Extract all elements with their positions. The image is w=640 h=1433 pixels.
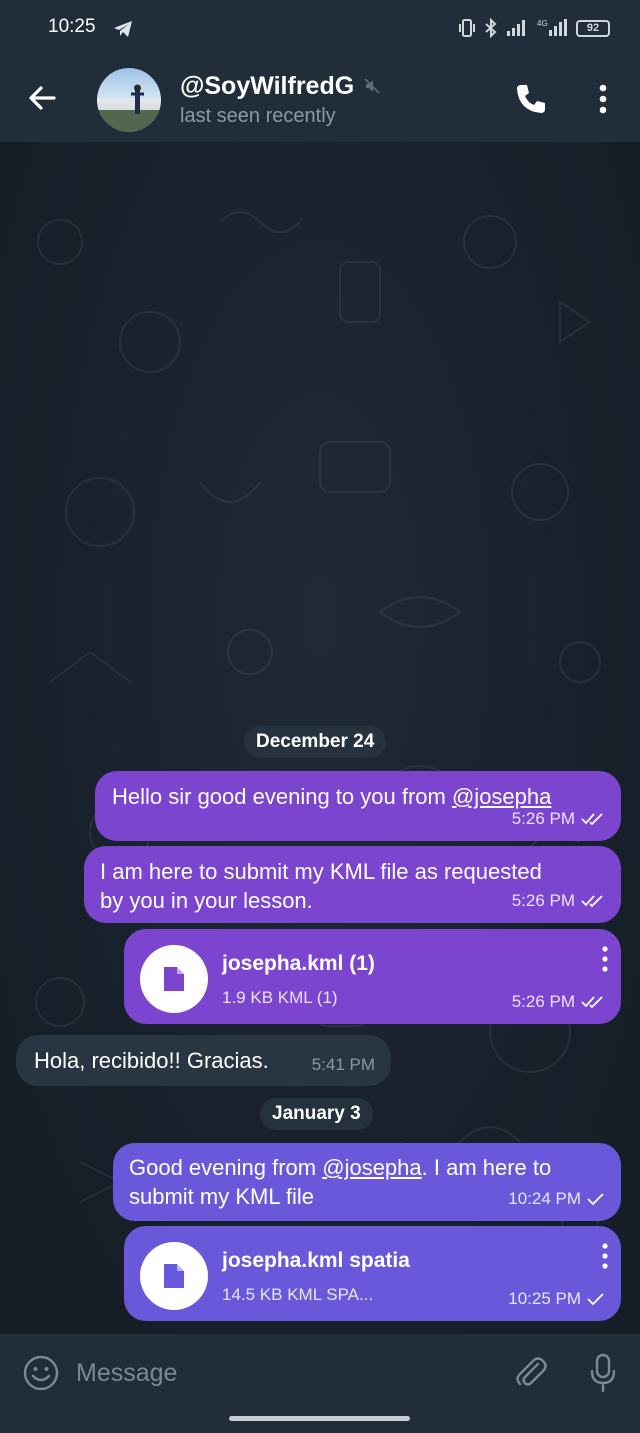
file-options-icon[interactable] <box>599 1242 611 1270</box>
date-separator: January 3 <box>260 1098 373 1130</box>
document-icon <box>164 967 184 991</box>
vibrate-icon <box>459 19 475 37</box>
message-text: I am here to submit my KML file as reque… <box>100 859 542 913</box>
avatar-photo <box>97 84 161 132</box>
outgoing-message[interactable]: I am here to submit my KML file as reque… <box>84 846 621 923</box>
contact-name[interactable]: @SoyWilfredG <box>180 72 354 101</box>
document-icon <box>164 1264 184 1288</box>
single-check-icon <box>587 1292 604 1305</box>
contact-last-seen: last seen recently <box>180 105 336 127</box>
double-check-icon <box>581 995 603 1008</box>
message-input[interactable] <box>76 1354 496 1392</box>
date-separator: December 24 <box>244 726 387 758</box>
message-meta: 5:41 PM <box>312 1050 375 1079</box>
attach-icon[interactable] <box>512 1354 550 1392</box>
double-check-icon <box>581 894 603 907</box>
signal-icon <box>507 20 525 36</box>
message-meta: 10:25 PM <box>508 1284 605 1313</box>
message-time: 10:24 PM <box>508 1189 581 1208</box>
message-text: Hello sir good evening to you from @jose… <box>112 784 552 809</box>
file-name: josepha.kml spatia <box>222 1249 410 1272</box>
outgoing-file-message[interactable]: josepha.kml spatia 14.5 KB KML SPA... 10… <box>124 1226 621 1321</box>
file-download-button[interactable] <box>140 945 208 1013</box>
phone-call-icon[interactable] <box>512 80 550 118</box>
message-meta: 5:26 PM <box>512 886 605 915</box>
message-time: 5:26 PM <box>511 891 575 910</box>
microphone-icon[interactable] <box>588 1352 618 1394</box>
more-options-icon[interactable] <box>588 82 618 116</box>
file-name: josepha.kml (1) <box>222 952 375 975</box>
message-time: 5:41 PM <box>311 1055 375 1074</box>
home-indicator[interactable] <box>229 1416 410 1421</box>
status-time: 10:25 <box>48 16 96 37</box>
message-meta: 5:26 PM <box>512 804 605 833</box>
emoji-icon[interactable] <box>22 1354 60 1392</box>
telegram-notification-icon <box>114 21 132 37</box>
muted-icon <box>364 78 380 94</box>
outgoing-file-message[interactable]: josepha.kml (1) 1.9 KB KML (1) 5:26 PM <box>124 929 621 1024</box>
back-arrow-icon[interactable] <box>24 80 60 116</box>
file-download-button[interactable] <box>140 1242 208 1310</box>
file-options-icon[interactable] <box>599 945 611 973</box>
status-icons: 4G 92 <box>458 18 610 38</box>
chat-header: @SoyWilfredG last seen recently <box>0 56 640 142</box>
message-time: 5:26 PM <box>511 992 575 1011</box>
outgoing-message[interactable]: Hello sir good evening to you from @jose… <box>95 771 621 841</box>
file-info: 14.5 KB KML SPA... <box>222 1285 374 1304</box>
message-text: Good evening from @josepha. I am here to… <box>129 1155 552 1209</box>
single-check-icon <box>587 1192 604 1205</box>
outgoing-message[interactable]: Good evening from @josepha. I am here to… <box>113 1143 621 1221</box>
status-bar: 10:25 4G 92 <box>0 0 640 56</box>
svg-text:4G: 4G <box>537 19 548 28</box>
message-time: 5:26 PM <box>511 809 575 828</box>
file-info: 1.9 KB KML (1) <box>222 988 338 1007</box>
bluetooth-icon <box>485 18 497 38</box>
incoming-message[interactable]: Hola, recibido!! Gracias. 5:41 PM <box>16 1035 391 1086</box>
battery-indicator: 92 <box>576 19 610 37</box>
message-text: Hola, recibido!! Gracias. <box>34 1048 269 1073</box>
mention-link[interactable]: @josepha <box>322 1155 421 1180</box>
message-time: 10:25 PM <box>508 1289 581 1308</box>
contact-avatar[interactable] <box>97 68 161 132</box>
message-meta: 5:26 PM <box>512 987 605 1016</box>
message-meta: 10:24 PM <box>508 1184 605 1213</box>
signal-4g-icon: 4G <box>537 19 567 36</box>
double-check-icon <box>581 812 603 825</box>
